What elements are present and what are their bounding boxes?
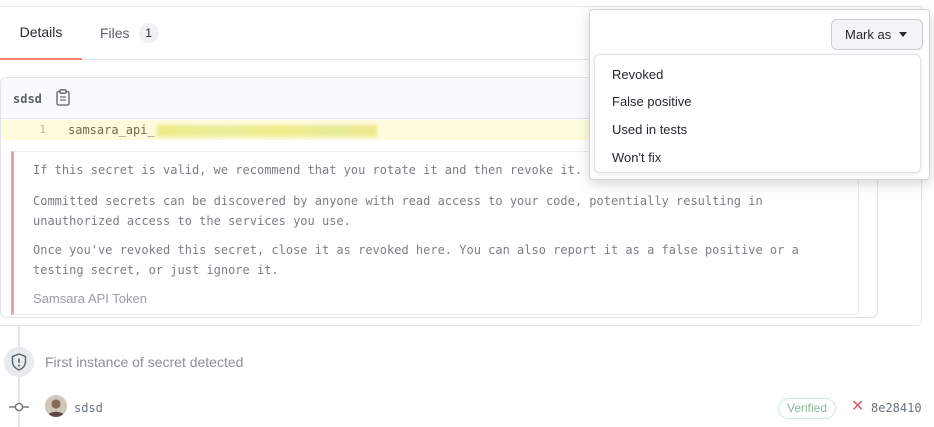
verified-badge[interactable]: Verified: [778, 398, 837, 419]
mark-as-button[interactable]: Mark as: [831, 19, 923, 50]
menu-item-used-in-tests[interactable]: Used in tests: [612, 122, 687, 137]
menu-item-revoked[interactable]: Revoked: [612, 67, 663, 82]
menu-item-false-positive[interactable]: False positive: [612, 94, 691, 109]
git-commit-icon: [9, 402, 29, 412]
mark-as-popover: Mark as Revoked False positive Used in t…: [589, 9, 930, 180]
menu-item-wont-fix[interactable]: Won't fix: [612, 150, 661, 165]
commit-author[interactable]: sdsd: [74, 401, 103, 415]
tab-details[interactable]: Details: [0, 6, 82, 60]
author-avatar[interactable]: [45, 395, 67, 417]
x-icon: ✕: [851, 398, 865, 415]
clipboard-icon[interactable]: [56, 89, 70, 106]
guidance-paragraph-2: Committed secrets can be discovered by a…: [33, 194, 763, 228]
timeline-event-badge: [4, 347, 34, 377]
commit-sha[interactable]: 8e28410: [871, 401, 922, 415]
files-count-badge: 1: [138, 23, 159, 43]
mark-as-menu: Revoked False positive Used in tests Won…: [594, 54, 921, 173]
redacted-secret: [156, 124, 377, 137]
caret-down-icon: [899, 32, 908, 37]
secret-prefix: samsara_api_: [68, 123, 155, 137]
mark-as-label: Mark as: [845, 27, 892, 42]
code-text: samsara_api_: [68, 120, 377, 140]
tab-details-label: Details: [19, 24, 63, 40]
guidance-paragraph-3: Once you've revoked this secret, close i…: [33, 243, 799, 277]
timeline-event-text: First instance of secret detected: [45, 354, 244, 370]
secret-type-label: Samsara API Token: [33, 291, 147, 306]
tab-files[interactable]: Files 1: [100, 6, 159, 60]
line-number: 1: [39, 123, 46, 136]
tab-files-label: Files: [100, 25, 130, 41]
shield-icon: [11, 353, 27, 371]
file-name: sdsd: [13, 92, 42, 106]
